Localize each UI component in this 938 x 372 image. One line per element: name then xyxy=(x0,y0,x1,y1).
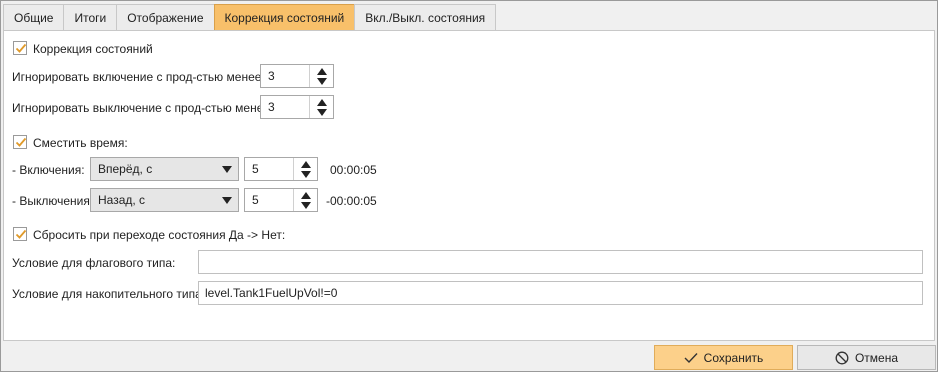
tab-general[interactable]: Общие xyxy=(3,4,65,31)
ignore-on-value[interactable]: 3 xyxy=(261,65,309,87)
accum-condition-input[interactable]: level.Tank1FuelUpVol!=0 xyxy=(198,281,923,305)
shift-off-direction-value: Назад, с xyxy=(98,193,146,207)
spin-arrows[interactable] xyxy=(309,65,333,87)
arrow-down-icon[interactable] xyxy=(300,170,311,178)
flag-condition-input[interactable] xyxy=(198,250,923,274)
cancel-icon xyxy=(835,351,849,364)
cancel-button-label: Отмена xyxy=(854,350,899,365)
tab-display[interactable]: Отображение xyxy=(116,4,215,31)
ignore-off-spinbox[interactable]: 3 xyxy=(260,95,334,119)
tab-totals[interactable]: Итоги xyxy=(63,4,118,31)
ignore-on-label: Игнорировать включение с прод-стью менее… xyxy=(12,70,278,84)
shift-on-direction-value: Вперёд, с xyxy=(98,162,153,176)
spin-arrows[interactable] xyxy=(293,158,317,180)
reset-checkbox[interactable] xyxy=(13,227,27,241)
tab-on-off-states[interactable]: Вкл./Выкл. состояния xyxy=(354,4,497,31)
chevron-down-icon[interactable] xyxy=(222,196,232,204)
check-icon xyxy=(15,229,27,239)
arrow-up-icon[interactable] xyxy=(300,191,311,199)
spin-arrows[interactable] xyxy=(309,96,333,118)
arrow-up-icon[interactable] xyxy=(300,160,311,168)
dialog-window: Общие Итоги Отображение Коррекция состоя… xyxy=(0,0,938,372)
tab-state-correction[interactable]: Коррекция состояний xyxy=(213,4,356,31)
cancel-button[interactable]: Отмена xyxy=(797,345,936,370)
shift-time-checkbox[interactable] xyxy=(13,135,27,149)
check-icon xyxy=(684,352,698,363)
arrow-down-icon[interactable] xyxy=(316,108,327,116)
save-button[interactable]: Сохранить xyxy=(654,345,793,370)
shift-on-label: - Включения: xyxy=(12,163,85,177)
shift-time-label: Сместить время: xyxy=(33,136,128,150)
reset-label: Сбросить при переходе состояния Да -> Не… xyxy=(33,228,286,242)
correction-checkbox[interactable] xyxy=(13,41,27,55)
ignore-on-spinbox[interactable]: 3 xyxy=(260,64,334,88)
shift-on-spinbox[interactable]: 5 xyxy=(244,157,318,181)
accum-condition-label: Условие для накопительного типа: xyxy=(12,287,206,301)
arrow-up-icon[interactable] xyxy=(316,67,327,75)
chevron-down-icon[interactable] xyxy=(222,165,232,173)
spin-arrows[interactable] xyxy=(293,189,317,211)
shift-off-spinbox[interactable]: 5 xyxy=(244,188,318,212)
check-icon xyxy=(15,43,27,53)
arrow-down-icon[interactable] xyxy=(316,77,327,85)
ignore-off-value[interactable]: 3 xyxy=(261,96,309,118)
save-button-label: Сохранить xyxy=(703,350,764,365)
tab-bar: Общие Итоги Отображение Коррекция состоя… xyxy=(3,4,497,31)
arrow-up-icon[interactable] xyxy=(316,98,327,106)
flag-condition-label: Условие для флагового типа: xyxy=(12,256,176,270)
shift-off-label: - Выключения: xyxy=(12,194,94,208)
shift-on-value[interactable]: 5 xyxy=(245,158,293,180)
shift-off-value[interactable]: 5 xyxy=(245,189,293,211)
tab-content-panel: Коррекция состояний Игнорировать включен… xyxy=(3,30,935,341)
check-icon xyxy=(15,137,27,147)
shift-off-time: -00:00:05 xyxy=(326,194,377,208)
correction-label: Коррекция состояний xyxy=(33,42,153,56)
shift-on-direction-select[interactable]: Вперёд, с xyxy=(90,157,239,181)
shift-off-direction-select[interactable]: Назад, с xyxy=(90,188,239,212)
shift-on-time: 00:00:05 xyxy=(330,163,377,177)
arrow-down-icon[interactable] xyxy=(300,201,311,209)
ignore-off-label: Игнорировать выключение с прод-стью мене… xyxy=(12,101,287,115)
